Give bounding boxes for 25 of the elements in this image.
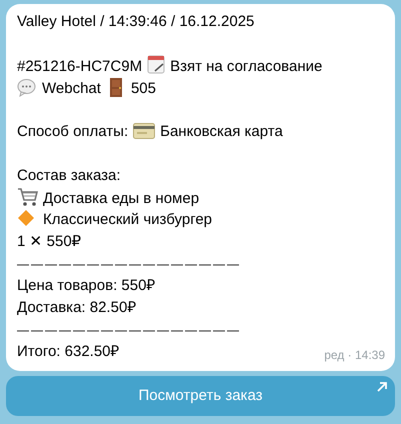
calendar-icon (147, 55, 166, 74)
payment-label: Способ оплаты: (17, 123, 128, 140)
goods-price: Цена товаров: 550₽ (17, 277, 156, 294)
shopping-cart-icon (17, 187, 39, 207)
credit-card-icon (133, 123, 156, 139)
message-edited-time: ред · 14:39 (324, 347, 385, 364)
item-category: Доставка еды в номер (43, 190, 200, 207)
item-name: Классический чизбургер (43, 211, 212, 228)
order-channel: Webchat (42, 80, 101, 97)
diamond-icon (17, 209, 35, 227)
order-total: Итого: 632.50₽ (17, 343, 120, 360)
order-number: #251216-HC7C9M (17, 58, 142, 75)
room-number: 505 (130, 80, 156, 97)
message-header: Valley Hotel / 14:39:46 / 16.12.2025 (17, 13, 254, 30)
speech-bubble-icon (17, 78, 36, 97)
item-quantity: 1 ✕ 550₽ (17, 233, 82, 250)
separator-text: ———————————————— (17, 257, 241, 271)
delivery-price: Доставка: 82.50₽ (17, 299, 136, 316)
order-status: Взят на согласование (170, 58, 322, 75)
view-order-button[interactable]: Посмотреть заказ (6, 376, 395, 416)
payment-method: Банковская карта (160, 123, 283, 140)
separator-text: ———————————————— (17, 323, 241, 337)
arrow-up-right-icon (377, 382, 387, 392)
order-contents-heading: Состав заказа: (17, 167, 121, 184)
door-icon (108, 77, 123, 97)
